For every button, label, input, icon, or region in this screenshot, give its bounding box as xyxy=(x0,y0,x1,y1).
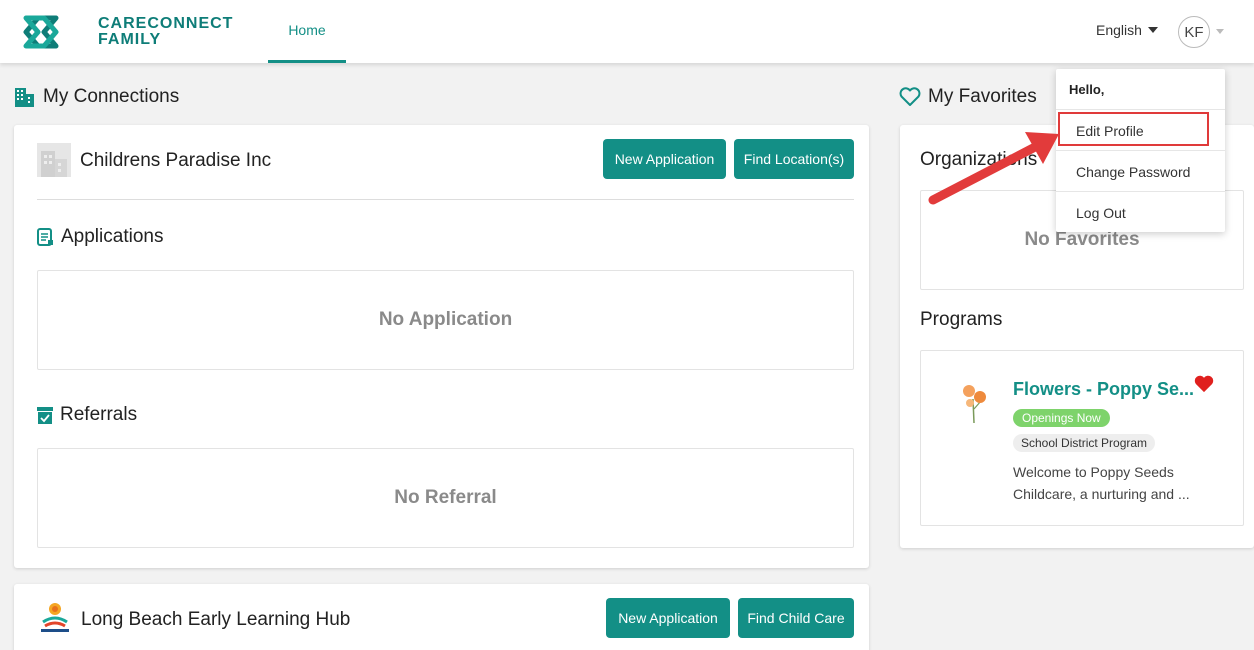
language-label: English xyxy=(1096,22,1142,38)
annotation-arrow-icon xyxy=(928,132,1059,205)
referrals-title: Referrals xyxy=(60,404,138,425)
heart-filled-icon[interactable] xyxy=(1194,375,1214,393)
referrals-empty-state: No Referral xyxy=(37,448,854,548)
poppy-flower-icon xyxy=(963,385,986,424)
organization-placeholder-icon xyxy=(37,143,71,177)
change-password-menu-item[interactable]: Change Password xyxy=(1076,164,1190,180)
referrals-heading: Referrals xyxy=(37,404,137,426)
find-child-care-button[interactable]: Find Child Care xyxy=(738,598,854,638)
application-document-icon xyxy=(37,228,53,246)
new-application-button[interactable]: New Application xyxy=(603,139,726,179)
logo-line-2: FAMILY xyxy=(98,31,162,48)
nav-tab-home[interactable]: Home xyxy=(268,0,346,63)
applications-empty-state: No Application xyxy=(37,270,854,370)
long-beach-hub-logo-icon xyxy=(41,603,69,632)
user-greeting: Hello, xyxy=(1069,82,1105,97)
logo-mark-icon xyxy=(23,15,59,49)
menu-divider xyxy=(1056,150,1225,151)
log-out-menu-item[interactable]: Log Out xyxy=(1076,205,1126,221)
favorite-programs-title: Programs xyxy=(920,309,1003,330)
openings-now-badge: Openings Now xyxy=(1013,409,1110,427)
new-application-button[interactable]: New Application xyxy=(606,598,730,638)
program-title-link[interactable]: Flowers - Poppy Se... xyxy=(1013,379,1194,400)
language-selector[interactable]: English xyxy=(1096,22,1158,38)
find-locations-button[interactable]: Find Location(s) xyxy=(734,139,854,179)
edit-profile-highlight-box xyxy=(1058,112,1209,146)
program-description: Welcome to Poppy Seeds Childcare, a nurt… xyxy=(1013,464,1190,502)
logo-text: CARECONNECT FAMILY xyxy=(98,16,233,48)
chevron-down-icon xyxy=(1147,27,1158,33)
avatar-chevron-down-icon[interactable] xyxy=(1216,29,1224,34)
building-icon xyxy=(15,88,34,107)
applications-title: Applications xyxy=(61,226,164,247)
my-connections-title: My Connections xyxy=(43,86,180,107)
user-avatar[interactable]: KF xyxy=(1178,16,1210,48)
my-favorites-heading: My Favorites xyxy=(899,86,1037,108)
top-header: CARECONNECT FAMILY Home English KF xyxy=(0,0,1254,63)
card-divider xyxy=(37,199,854,200)
program-type-badge: School District Program xyxy=(1013,434,1156,452)
program-card[interactable]: Flowers - Poppy Se... Openings Now Schoo… xyxy=(920,350,1244,526)
my-connections-heading: My Connections xyxy=(14,86,179,108)
my-favorites-title: My Favorites xyxy=(928,86,1037,107)
org-name: Childrens Paradise Inc xyxy=(80,150,272,171)
org-card-childrens-paradise: Childrens Paradise Inc New Application F… xyxy=(14,125,869,568)
careconnect-logo[interactable]: CARECONNECT FAMILY xyxy=(22,14,233,50)
heart-outline-icon xyxy=(899,87,921,106)
logo-line-1: CARECONNECT xyxy=(98,15,234,32)
referral-inbox-icon xyxy=(37,406,53,424)
user-menu-dropdown: Hello, Edit Profile Change Password Log … xyxy=(1056,69,1225,232)
applications-heading: Applications xyxy=(37,226,163,248)
org-name: Long Beach Early Learning Hub xyxy=(81,609,351,630)
menu-divider xyxy=(1056,191,1225,192)
org-card-long-beach-hub: Long Beach Early Learning Hub New Applic… xyxy=(14,584,869,650)
menu-divider xyxy=(1056,109,1225,110)
